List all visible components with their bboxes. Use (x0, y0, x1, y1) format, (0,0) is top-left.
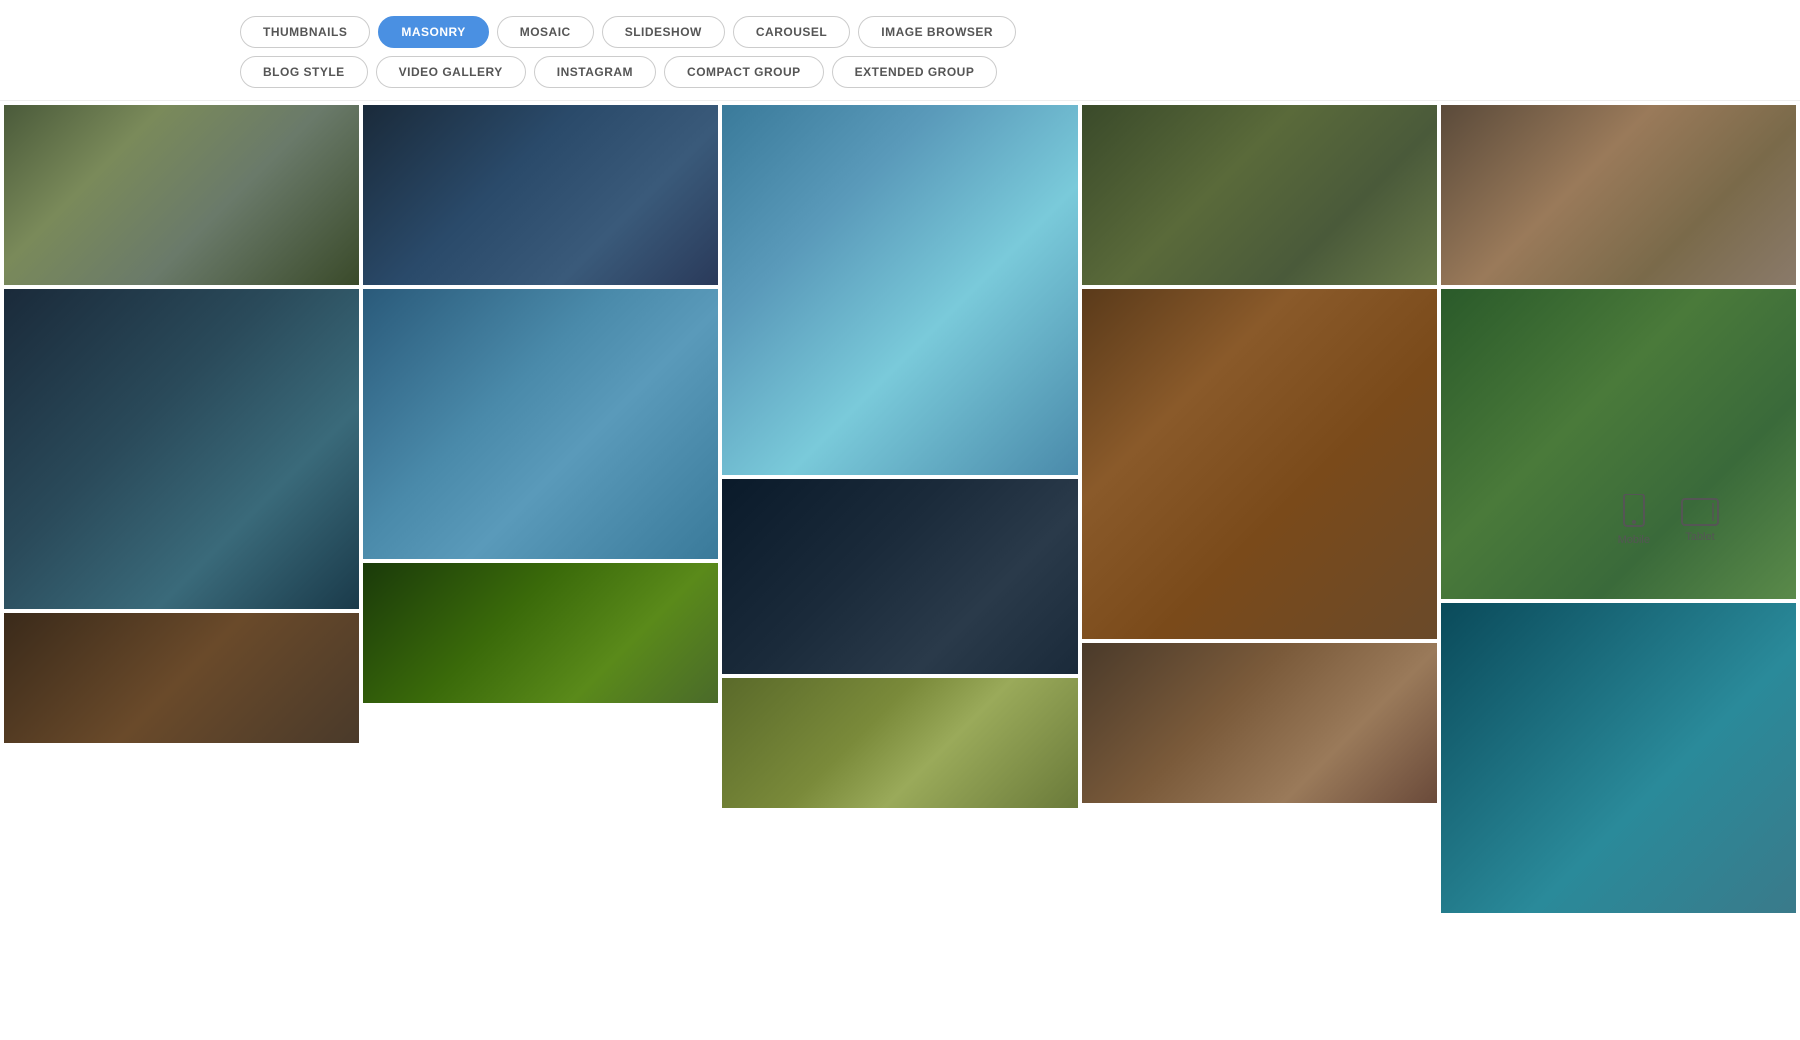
mobile-label: Mobile (1618, 534, 1650, 546)
view-btn-mosaic[interactable]: MOSAIC (497, 16, 594, 48)
gallery-image[interactable] (1441, 289, 1796, 599)
view-btn-carousel[interactable]: CAROUSEL (733, 16, 850, 48)
gallery-col-3 (1082, 105, 1437, 997)
gallery-image[interactable] (1082, 643, 1437, 803)
gallery-image[interactable] (722, 678, 1077, 808)
gallery-image[interactable] (722, 479, 1077, 674)
gallery-col-1 (363, 105, 718, 997)
gallery-image[interactable] (4, 289, 359, 609)
tablet-icon (1680, 497, 1720, 527)
gallery-image[interactable] (4, 105, 359, 285)
view-btn-slideshow[interactable]: SLIDESHOW (602, 16, 725, 48)
gallery-col-2 (722, 105, 1077, 997)
gallery-image[interactable] (4, 613, 359, 743)
view-btn-masonry[interactable]: MASONRY (378, 16, 488, 48)
gallery-image[interactable] (363, 563, 718, 703)
gallery-image[interactable] (1082, 105, 1437, 285)
tablet-device-button[interactable]: Tablet (1680, 497, 1720, 543)
toolbar-row2: BLOG STYLEVIDEO GALLERYINSTAGRAMCOMPACT … (240, 56, 1800, 88)
gallery (0, 101, 1800, 1001)
gallery-image[interactable] (1082, 289, 1437, 639)
mobile-icon (1622, 494, 1646, 530)
view-btn-blog-style[interactable]: BLOG STYLE (240, 56, 368, 88)
gallery-image[interactable] (1441, 105, 1796, 285)
gallery-image[interactable] (722, 105, 1077, 475)
toolbar: THUMBNAILSMASONRY MOSAICSLIDESHOWCAROUSEL… (0, 0, 1800, 101)
mobile-device-button[interactable]: Mobile (1618, 494, 1650, 546)
device-icons: Mobile Tablet (1618, 494, 1720, 546)
gallery-image[interactable] (363, 289, 718, 559)
gallery-image[interactable] (363, 105, 718, 285)
gallery-image[interactable] (1441, 603, 1796, 913)
gallery-col-0 (4, 105, 359, 997)
view-btn-image-browser[interactable]: IMAGE BROWSER (858, 16, 1016, 48)
view-btn-extended-group[interactable]: EXTENDED GROUP (832, 56, 998, 88)
view-btn-thumbnails[interactable]: THUMBNAILS (240, 16, 370, 48)
toolbar-row1: THUMBNAILSMASONRY MOSAICSLIDESHOWCAROUSEL… (240, 16, 1800, 48)
view-btn-instagram[interactable]: INSTAGRAM (534, 56, 656, 88)
view-btn-compact-group[interactable]: COMPACT GROUP (664, 56, 824, 88)
tablet-label: Tablet (1685, 531, 1714, 543)
gallery-col-4 (1441, 105, 1796, 997)
view-btn-video-gallery[interactable]: VIDEO GALLERY (376, 56, 526, 88)
